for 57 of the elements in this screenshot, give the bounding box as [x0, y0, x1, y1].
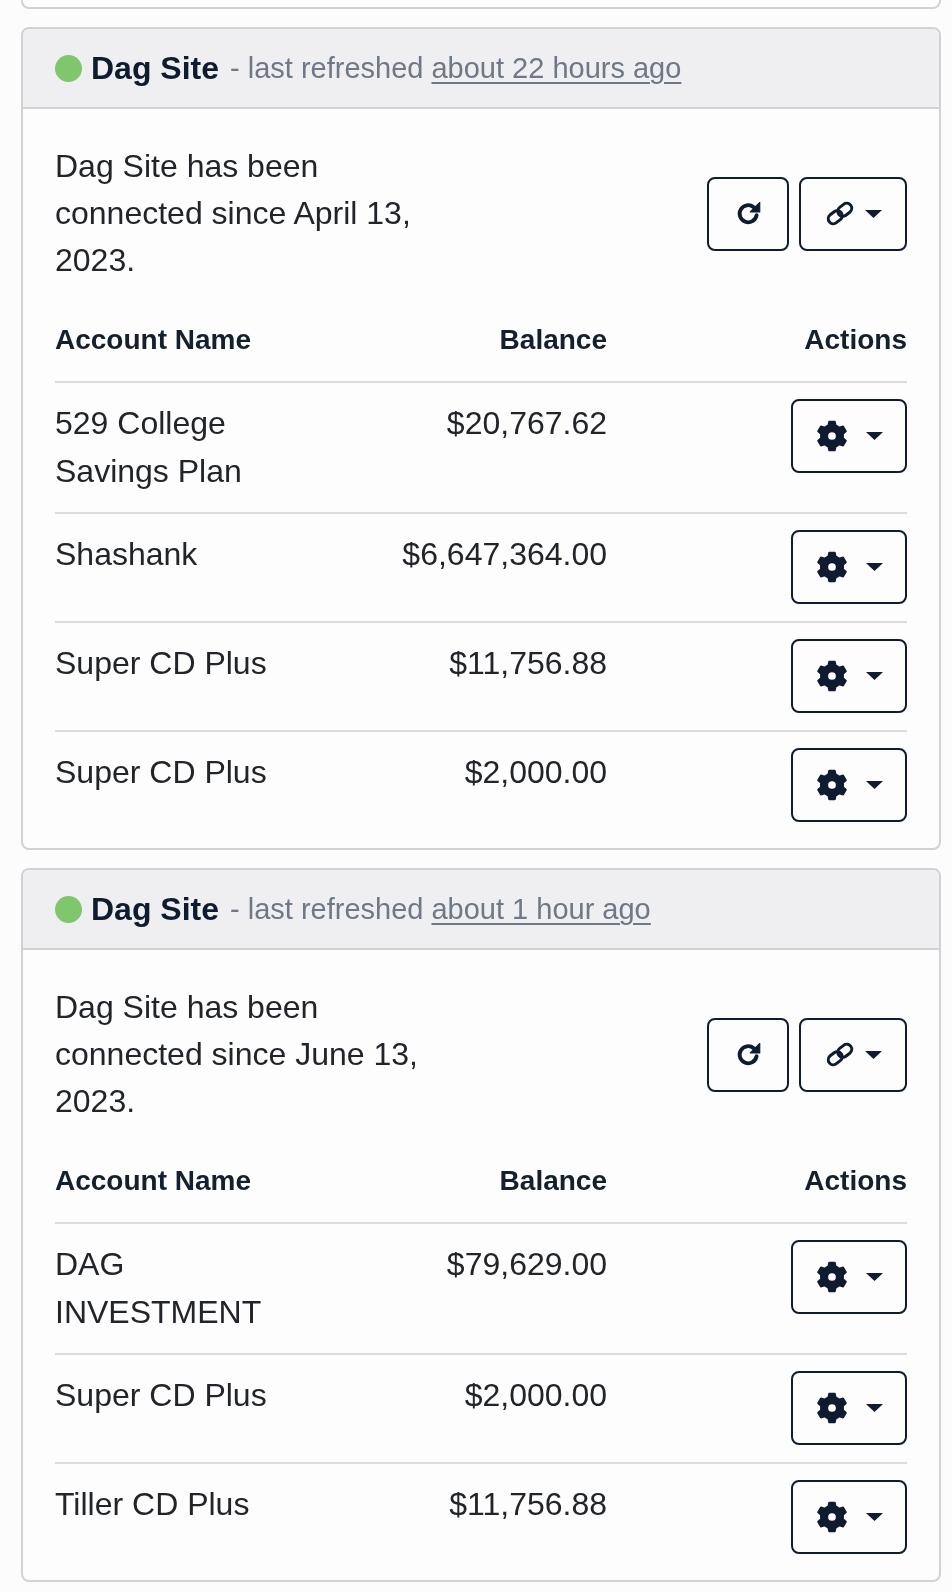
account-balance: $2,000.00 [464, 753, 607, 792]
account-name: Super CD Plus [55, 1376, 268, 1415]
gear-icon [815, 1261, 848, 1293]
column-header: Balance [499, 323, 607, 357]
settings-dropdown-button[interactable] [791, 1371, 907, 1445]
connection-description: Dag Site has been connected since April 13, 2023. [55, 147, 412, 280]
site-name: Dag Site [91, 49, 220, 88]
caret-icon [865, 1404, 883, 1412]
settings-dropdown-button[interactable] [791, 1240, 907, 1314]
account-balance: $2,000.00 [464, 1376, 607, 1415]
link-dropdown-button[interactable] [799, 1017, 907, 1092]
caret-icon [865, 1273, 883, 1281]
refresh-status-text: - last refreshed [230, 892, 424, 927]
settings-dropdown-button[interactable] [791, 530, 907, 604]
gear-icon [815, 1501, 848, 1533]
caret-icon [865, 563, 883, 571]
account-name: Super CD Plus [55, 753, 268, 792]
gear-icon [815, 1392, 848, 1424]
caret-icon [865, 672, 883, 680]
refresh-time-link[interactable]: about 1 hour ago [431, 889, 651, 929]
settings-dropdown-button[interactable] [791, 1480, 907, 1554]
account-name: 529 College Savings Plan [55, 404, 243, 491]
refresh-status-text: - last refreshed [230, 51, 424, 86]
account-balance: $6,647,364.00 [402, 535, 607, 574]
refresh-button[interactable] [707, 1017, 789, 1092]
settings-dropdown-button[interactable] [791, 639, 907, 713]
refresh-button[interactable] [707, 176, 789, 251]
account-balance: $11,756.88 [449, 1485, 607, 1524]
account-name: Tiller CD Plus [55, 1485, 251, 1524]
site-name: Dag Site [91, 890, 220, 929]
caret-icon [865, 1513, 883, 1521]
caret-icon [865, 1050, 882, 1059]
column-header: Actions [804, 323, 907, 357]
account-name: Super CD Plus [55, 644, 268, 683]
connection-description: Dag Site has been connected since June 13, 2023. [55, 988, 419, 1121]
account-balance: $20,767.62 [446, 404, 607, 443]
settings-dropdown-button[interactable] [791, 748, 907, 822]
gear-icon [815, 660, 848, 692]
link-icon [824, 1043, 856, 1066]
column-header: Actions [804, 1164, 907, 1198]
caret-icon [865, 432, 883, 440]
caret-icon [865, 781, 883, 789]
column-header: Account Name [55, 323, 253, 357]
gear-icon [815, 420, 848, 452]
link-dropdown-button[interactable] [799, 176, 907, 251]
account-balance: $11,756.88 [449, 644, 607, 683]
gear-icon [815, 769, 848, 801]
column-header: Account Name [55, 1164, 253, 1198]
caret-icon [865, 209, 882, 218]
settings-dropdown-button[interactable] [791, 399, 907, 473]
link-icon [824, 202, 856, 225]
account-name: Shashank [55, 535, 199, 574]
gear-icon [815, 551, 848, 583]
account-balance: $79,629.00 [446, 1245, 607, 1284]
account-name: DAG INVESTMENT [55, 1245, 263, 1332]
refresh-time-link[interactable]: about 22 hours ago [431, 48, 682, 88]
column-header: Balance [499, 1164, 607, 1198]
